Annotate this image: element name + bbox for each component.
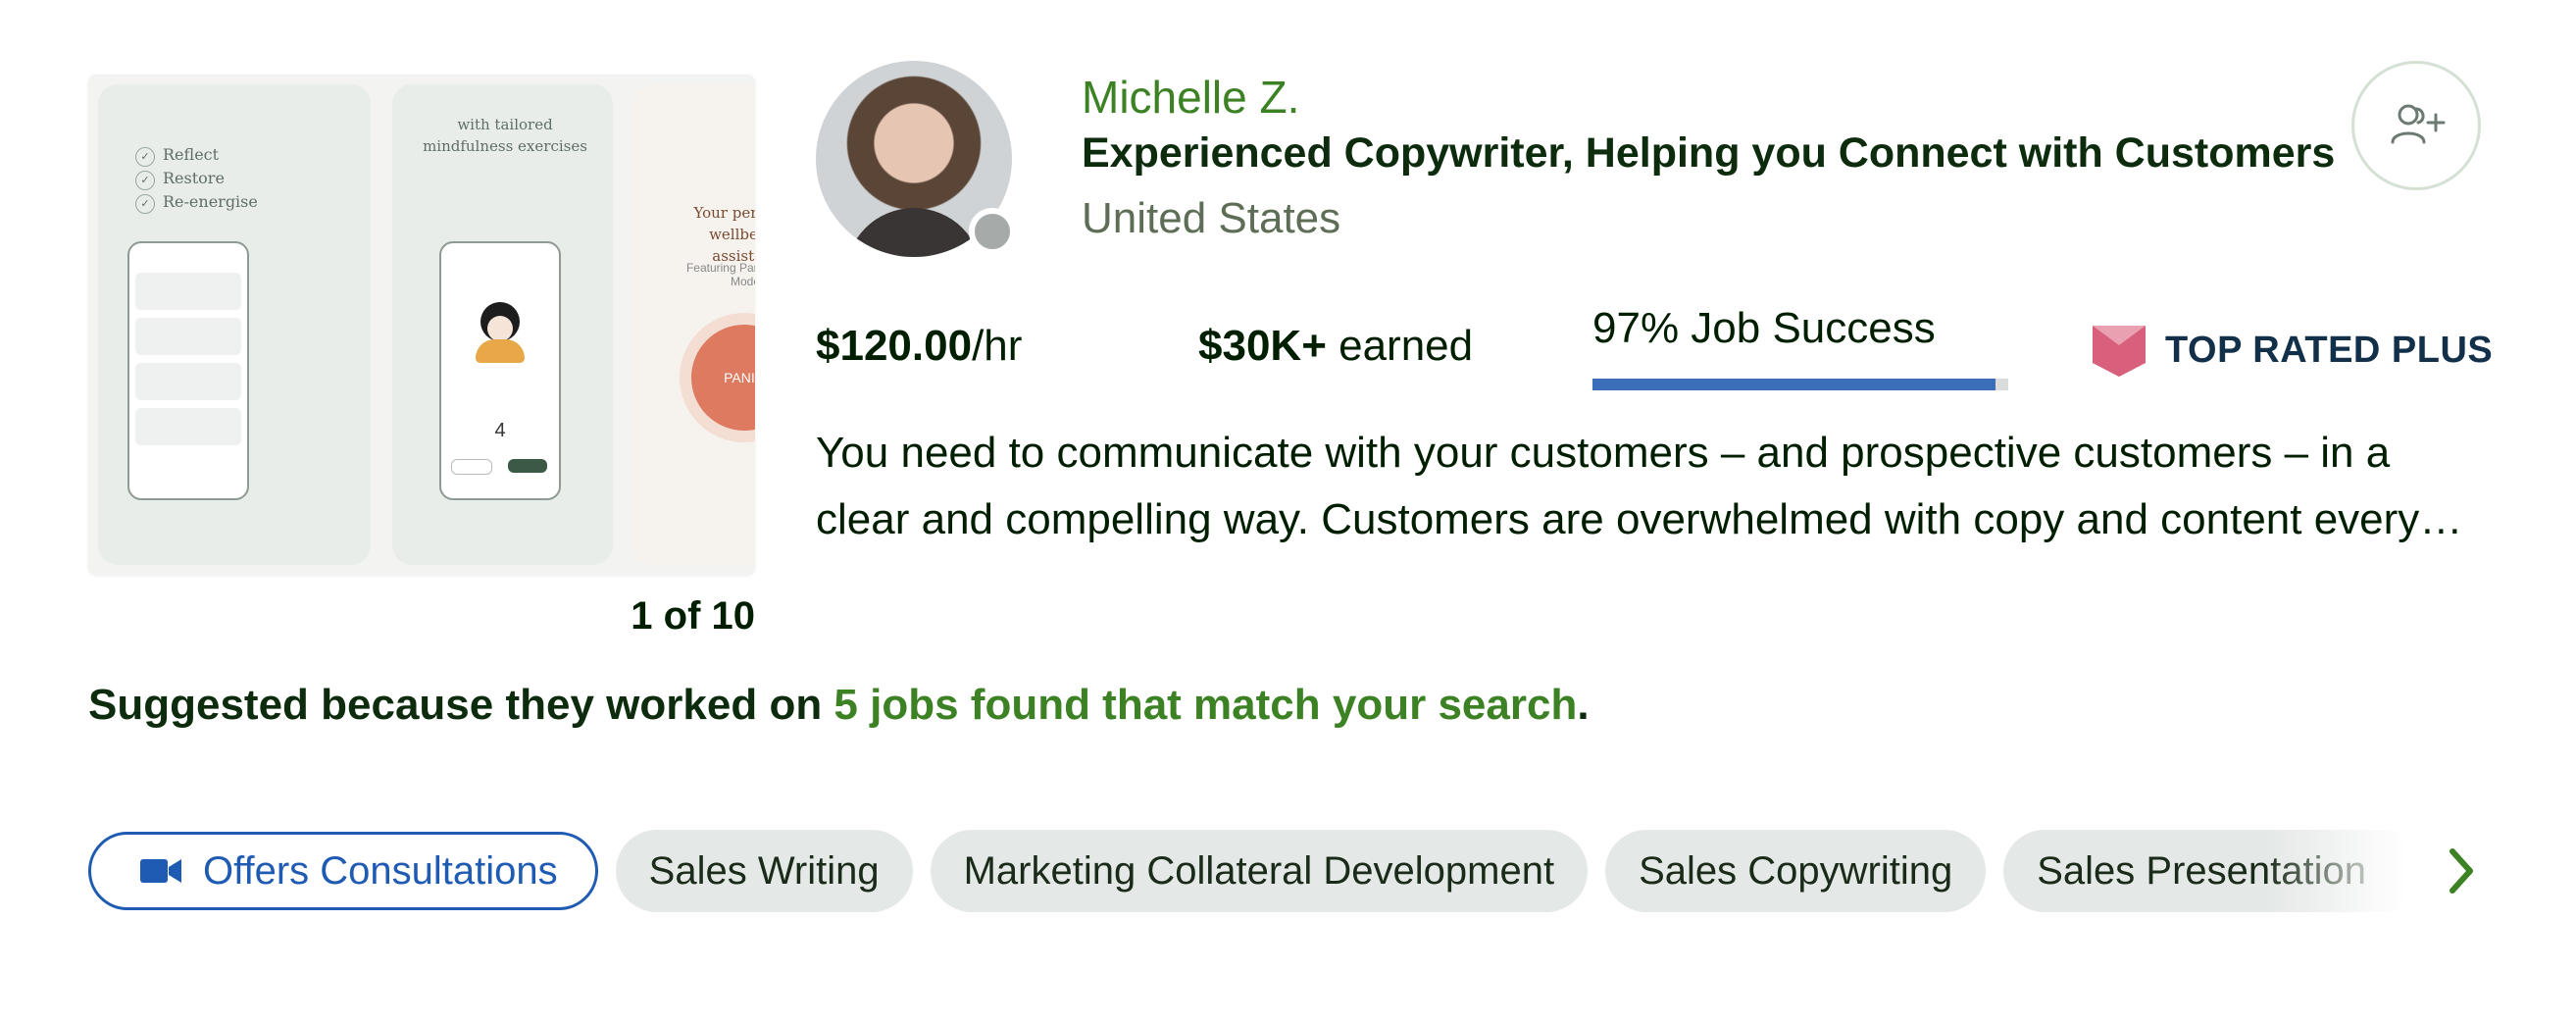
invite-button[interactable] (2351, 61, 2481, 190)
matching-jobs-link[interactable]: 5 jobs found that match your search (833, 681, 1577, 729)
portfolio-pager: 1 of 10 (631, 594, 755, 638)
skill-chip[interactable]: Sales Writing (615, 830, 913, 912)
total-earned: $30K+ earned (1198, 322, 1473, 371)
skill-chip[interactable]: Marketing Collateral Development (930, 830, 1589, 912)
job-success-bar (1592, 379, 2008, 390)
portfolio-slide-1: Reflect Restore Re-energise (98, 84, 371, 565)
offers-consultations-button[interactable]: Offers Consultations (88, 832, 598, 910)
exercise-counter: 4 (494, 420, 506, 441)
illustration-character (476, 302, 525, 363)
suggested-reason: Suggested because they worked on 5 jobs … (88, 681, 1590, 730)
job-success-label: 97% Job Success (1592, 304, 1936, 352)
add-user-icon (2391, 104, 2446, 144)
mockup-card (135, 318, 241, 355)
freelancer-location: United States (1082, 194, 1341, 242)
hourly-rate: $120.00/hr (816, 322, 1022, 371)
reflect-item: Re-energise (135, 190, 258, 214)
earned-value: $30K+ (1198, 322, 1327, 370)
portfolio-carousel[interactable]: Reflect Restore Re-energise with tailore… (88, 75, 755, 575)
portfolio-slide-3: Your personal wellbeing assistant Featur… (632, 84, 755, 565)
reflect-item: Restore (135, 167, 258, 190)
phone-mockup: 4 (439, 241, 561, 500)
badge-icon (2093, 326, 2146, 377)
mockup-card (135, 273, 241, 310)
suggested-prefix: Suggested because they worked on (88, 681, 834, 729)
portfolio-slide-2: with tailored mindfulness exercises 4 (392, 84, 613, 565)
skills-next-button[interactable] (2432, 840, 2491, 902)
profile-overview: You need to communicate with your custom… (816, 429, 2420, 543)
freelancer-name[interactable]: Michelle Z. (1082, 71, 1299, 124)
skill-chip[interactable]: Sales Copywriting (1605, 830, 1987, 912)
mockup-button (508, 459, 547, 473)
slide-subtitle: Featuring Panic Attack Mode (685, 261, 755, 288)
slide-title: Your personal wellbeing assistant (693, 204, 755, 265)
mockup-card (135, 408, 241, 445)
badge-label: TOP RATED PLUS (2165, 329, 2494, 371)
earned-label: earned (1326, 322, 1474, 370)
reflect-item: Reflect (135, 143, 258, 167)
phone-mockup (127, 241, 249, 500)
status-indicator (969, 208, 1016, 255)
job-success-bar-fill (1592, 379, 1996, 390)
suggested-suffix: . (1577, 681, 1590, 729)
mockup-card (135, 363, 241, 400)
offers-consultations-label: Offers Consultations (203, 848, 558, 893)
panic-button-illustration: PANIC (691, 325, 755, 431)
mockup-button (451, 459, 492, 475)
rate-unit: /hr (972, 322, 1023, 370)
chevron-right-icon (2450, 848, 2473, 894)
video-camera-icon (140, 859, 181, 883)
skill-chip[interactable]: Sales Presentation (2003, 830, 2425, 912)
rate-value: $120.00 (816, 322, 973, 370)
freelancer-title: Experienced Copywriter, Helping you Conn… (1082, 129, 2336, 177)
slide-caption: with tailored mindfulness exercises (423, 116, 587, 155)
reflect-list: Reflect Restore Re-energise (135, 143, 258, 214)
skills-carousel: Offers Consultations Sales Writing Marke… (88, 828, 2481, 914)
top-rated-plus-badge: TOP RATED PLUS (2089, 320, 2493, 381)
